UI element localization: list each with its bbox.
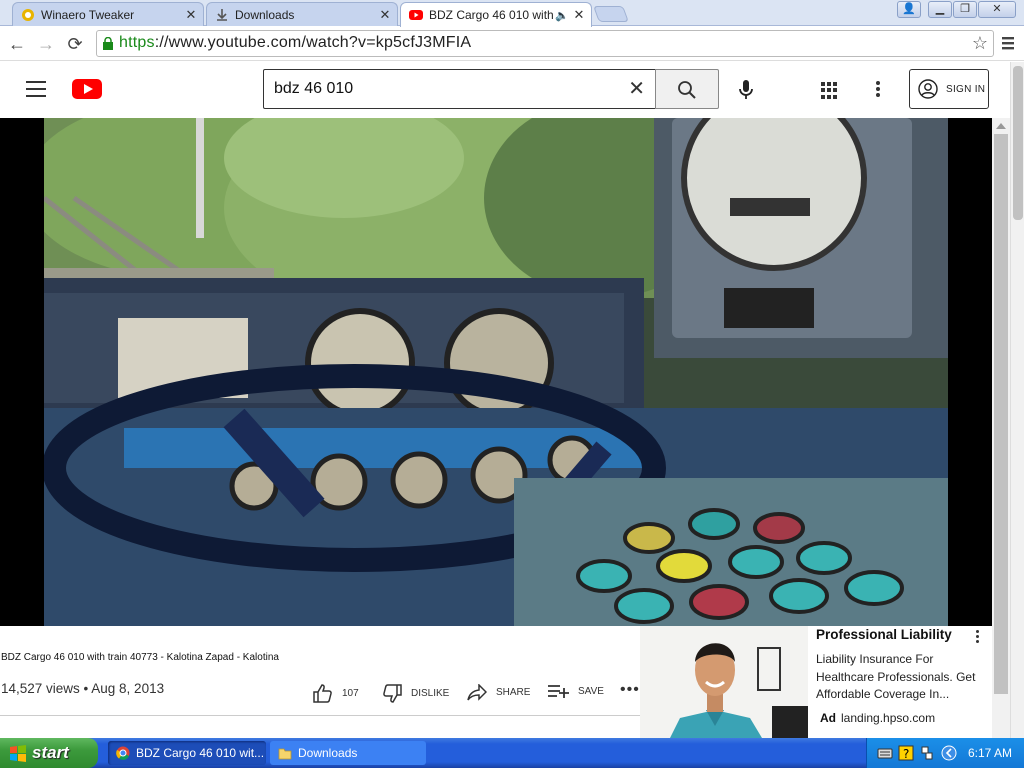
browser-toolbar: ← → ⟳ https://www.youtube.com/watch?v=kp… xyxy=(0,27,1024,61)
address-bar[interactable]: https://www.youtube.com/watch?v=kp5cfJ3M… xyxy=(96,30,994,57)
playlist-add-icon xyxy=(548,685,569,698)
clear-search-icon[interactable]: ✕ xyxy=(628,79,645,99)
ad-person-image xyxy=(640,626,808,738)
download-icon xyxy=(217,8,227,21)
tab-youtube-video[interactable]: BDZ Cargo 46 010 with tr 🔈 ✕ xyxy=(400,2,592,27)
folder-icon xyxy=(278,748,292,760)
dislike-button[interactable]: DISLIKE xyxy=(382,684,449,703)
close-tab-icon[interactable]: ✕ xyxy=(377,7,393,23)
start-label: start xyxy=(32,743,69,762)
start-button[interactable]: start xyxy=(0,738,98,768)
sign-in-button[interactable]: SIGN IN xyxy=(909,69,989,109)
view-count-date: 14,527 views • Aug 8, 2013 xyxy=(1,681,165,696)
svg-text:?: ? xyxy=(903,747,909,761)
video-frame-image xyxy=(44,118,948,626)
chrome-icon xyxy=(116,746,130,760)
like-button[interactable]: 107 xyxy=(313,684,359,703)
back-arrow-icon[interactable]: ← xyxy=(5,32,29,56)
taskbar-item-downloads[interactable]: Downloads xyxy=(270,741,426,765)
tab-label: Downloads xyxy=(235,7,295,22)
share-label: SHARE xyxy=(496,687,531,698)
taskbar: start BDZ Cargo 46 010 wit... Downloads … xyxy=(0,738,1024,768)
scroll-thumb[interactable] xyxy=(994,134,1008,694)
dislike-label: DISLIKE xyxy=(411,688,450,699)
divider xyxy=(0,715,640,716)
like-count: 107 xyxy=(342,688,359,699)
help-icon[interactable]: ? xyxy=(898,745,914,761)
windows-flag-icon xyxy=(10,745,26,762)
tab-winaero-tweaker[interactable]: Winaero Tweaker ✕ xyxy=(12,2,204,26)
save-label: SAVE xyxy=(578,685,604,697)
speaker-icon[interactable]: 🔈 xyxy=(555,9,569,22)
tab-label: BDZ Cargo 46 010 with tr xyxy=(429,8,556,22)
browser-titlebar: Winaero Tweaker ✕ Downloads ✕ BDZ Cargo … xyxy=(0,0,1024,27)
chrome-menu-icon[interactable] xyxy=(1000,35,1016,51)
page-scroll-thumb[interactable] xyxy=(1013,66,1023,220)
search-button[interactable] xyxy=(655,69,719,109)
system-tray: ? 6:17 AM xyxy=(866,738,1024,768)
video-scrollbar[interactable] xyxy=(992,118,1010,738)
close-window-button[interactable]: ✕ xyxy=(978,1,1016,18)
ad-image[interactable] xyxy=(640,626,808,738)
youtube-favicon-icon xyxy=(409,10,423,20)
user-profile-button[interactable]: 👤 xyxy=(897,1,921,18)
youtube-logo-icon[interactable] xyxy=(72,79,102,99)
share-arrow-icon xyxy=(467,684,487,701)
close-tab-icon[interactable]: ✕ xyxy=(183,7,199,23)
share-button[interactable]: SHARE xyxy=(467,684,530,701)
ad-description: Liability Insurance For Healthcare Profe… xyxy=(816,652,976,701)
more-actions-button[interactable]: ••• xyxy=(620,681,640,699)
video-player[interactable] xyxy=(0,118,992,626)
url-path: ://www.youtube.com/watch?v=kp5cfJ3MFIA xyxy=(154,34,472,51)
thumbs-up-icon xyxy=(313,684,332,703)
reload-icon[interactable]: ⟳ xyxy=(63,32,87,56)
page-scrollbar[interactable] xyxy=(1010,62,1024,738)
ad-title[interactable]: Professional Liability xyxy=(816,627,952,642)
video-info: BDZ Cargo 46 010 with train 40773 - Kalo… xyxy=(0,626,640,738)
taskbar-item-label: Downloads xyxy=(298,746,358,760)
tab-downloads[interactable]: Downloads ✕ xyxy=(206,2,398,26)
save-button[interactable]: SAVE xyxy=(548,684,604,698)
new-tab-button[interactable] xyxy=(593,6,629,22)
close-tab-icon[interactable]: ✕ xyxy=(571,7,587,23)
sign-in-label: SIGN IN xyxy=(946,83,986,95)
restore-button[interactable]: ❐ xyxy=(953,1,977,18)
tray-collapse-icon[interactable] xyxy=(941,745,957,761)
search-box: ✕ xyxy=(263,69,656,109)
scroll-up-icon[interactable] xyxy=(996,123,1006,129)
microphone-icon[interactable] xyxy=(738,79,754,101)
hamburger-menu-icon[interactable] xyxy=(26,81,46,97)
clock: 6:17 AM xyxy=(968,746,1013,760)
search-input[interactable] xyxy=(274,78,614,100)
url-text: https://www.youtube.com/watch?v=kp5cfJ3M… xyxy=(119,34,471,52)
minimize-button[interactable]: ▁ xyxy=(928,1,952,18)
account-icon xyxy=(918,79,938,99)
bookmark-star-icon[interactable]: ☆ xyxy=(972,33,988,54)
apps-grid-icon[interactable] xyxy=(821,82,838,99)
ad-more-icon[interactable] xyxy=(976,630,982,645)
thumbs-down-icon xyxy=(383,684,402,703)
settings-more-icon[interactable] xyxy=(872,81,884,99)
video-title: BDZ Cargo 46 010 with train 40773 - Kalo… xyxy=(1,652,279,663)
keyboard-icon[interactable] xyxy=(877,745,893,761)
search-icon xyxy=(678,81,696,99)
lock-icon xyxy=(103,37,113,50)
winaero-icon xyxy=(22,8,34,21)
tab-label: Winaero Tweaker xyxy=(41,7,135,22)
ad-domain[interactable]: landing.hpso.com xyxy=(841,711,935,725)
youtube-header: ✕ SIGN IN xyxy=(0,62,1010,118)
taskbar-item-label: BDZ Cargo 46 010 wit... xyxy=(136,746,265,760)
ad-card[interactable]: Professional Liability Liability Insuran… xyxy=(640,626,992,738)
taskbar-item-chrome[interactable]: BDZ Cargo 46 010 wit... xyxy=(108,741,266,765)
network-icon[interactable] xyxy=(919,745,935,761)
ad-badge: Ad xyxy=(820,711,836,725)
forward-arrow-icon[interactable]: → xyxy=(34,32,58,56)
url-scheme: https xyxy=(119,34,155,51)
